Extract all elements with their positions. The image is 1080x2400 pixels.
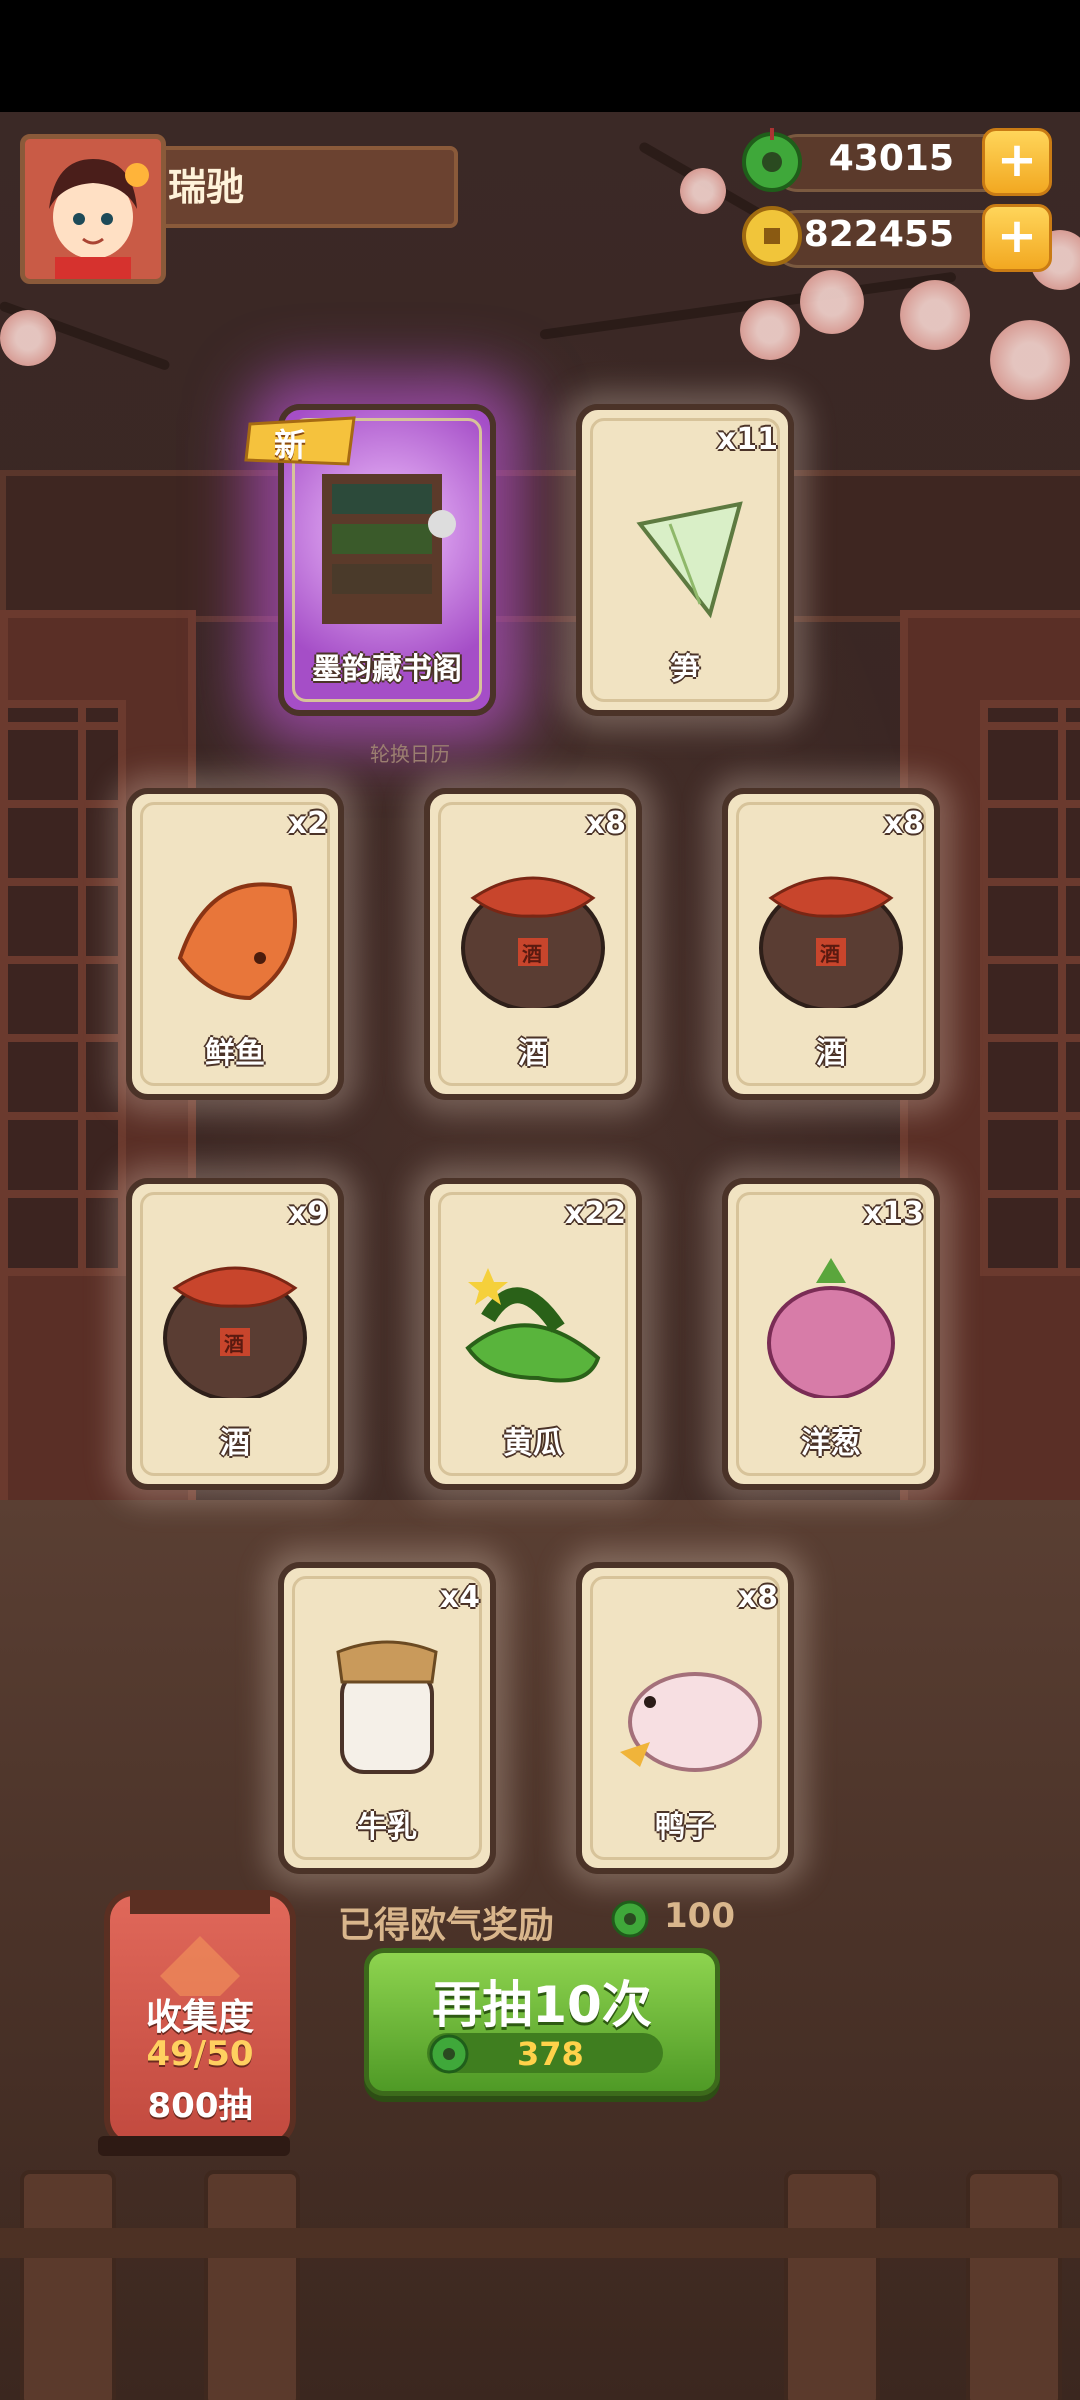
card-label: 墨韵藏书阁 [312,652,462,687]
reward-card[interactable]: x8 鸭子 [576,1562,794,1874]
card-count: x13 [862,1196,924,1231]
reward-card[interactable]: x2 鲜鱼 [126,788,344,1100]
collection-lantern[interactable]: 收集度 49/50 800抽 [104,1890,296,2148]
jade-coin-icon [427,2031,471,2075]
right-window-lattice [980,700,1080,1276]
new-badge-label: 新 [274,426,307,464]
fish-icon [177,882,297,1001]
copper-amount: 822455 [803,214,954,255]
reward-card[interactable]: 酒 x9 酒 [126,1178,344,1490]
collection-draws: 800抽 [147,2086,253,2126]
card-count: x4 [439,1580,480,1615]
card-count: x8 [737,1580,778,1615]
blossom [990,320,1070,400]
fence-post [204,2170,300,2400]
new-badge: 新 [244,414,364,468]
copper-currency: 822455 + [732,204,1052,272]
lantern-top-icon [130,1896,270,1996]
card-count: x8 [585,806,626,841]
blossom [680,168,726,214]
card-count: x11 [716,422,778,457]
collection-progress: 49/50 [146,2034,254,2074]
card-label: 牛乳 [357,1810,417,1845]
card-label: 酒 [816,1036,846,1071]
add-jade-button[interactable]: + [982,128,1052,196]
fence-post [966,2170,1062,2400]
draw-cost: 378 [517,2035,584,2073]
milk-jar-icon [336,1640,438,1774]
rotation-calendar-caption: 轮换日历 [370,742,450,766]
card-label: 酒 [220,1426,250,1461]
draw-again-label: 再抽10次 [432,1976,652,2034]
jade-currency: 43015 + [732,128,1052,196]
card-count: x9 [287,1196,328,1231]
blossom [900,280,970,350]
reward-card[interactable]: 酒 x8 酒 [722,788,940,1100]
jade-coin-icon [610,1898,650,1938]
card-label: 鸭子 [655,1810,715,1845]
fence-post [20,2170,116,2400]
jar-label: 酒 [224,1332,244,1356]
reward-card[interactable]: x22 黄瓜 [424,1178,642,1490]
reward-card[interactable]: x4 牛乳 [278,1562,496,1874]
card-label: 黄瓜 [503,1426,563,1461]
duck-icon [620,1672,762,1772]
reward-card[interactable]: 酒 x8 酒 [424,788,642,1100]
card-label: 洋葱 [801,1426,861,1461]
jar-label: 酒 [522,942,542,966]
card-label: 鲜鱼 [205,1036,265,1071]
collection-title: 收集度 [145,1997,254,2038]
lantern-stand [98,2136,290,2156]
onion-icon [767,1258,895,1398]
blossom [0,310,56,366]
card-label: 笋 [670,652,700,687]
jade-amount: 43015 [828,138,954,179]
reward-card[interactable]: x13 洋葱 [722,1178,940,1490]
card-count: x22 [564,1196,626,1231]
reward-label: 已得欧气奖励 [338,1905,555,1946]
wine-jar-icon [461,876,605,1008]
reward-amount: 100 [664,1896,735,1936]
copper-coin-icon [740,204,804,268]
avatar-portrait-icon [25,139,161,279]
fence-post [784,2170,880,2400]
blossom [740,300,800,360]
wine-jar-icon [163,1266,307,1398]
fence-rail [0,2228,1080,2258]
blossom [800,270,864,334]
card-count: x2 [287,806,328,841]
add-copper-button[interactable]: + [982,204,1052,272]
jar-label: 酒 [820,942,840,966]
status-bar [0,0,1080,112]
player-name: 瑞驰 [168,165,245,209]
wine-jar-icon [759,876,903,1008]
player-avatar[interactable] [20,134,166,284]
card-label: 酒 [518,1036,548,1071]
jade-coin-icon [740,128,804,192]
wall-beam [0,470,1080,622]
bamboo-shoot-icon [636,501,743,619]
game-screen: 瑞驰 43015 + 822455 + 墨韵藏书阁 x11 笋 x2 鲜鱼酒 x8 酒酒 x8… [0,0,1080,2400]
reward-card[interactable]: x11 笋 [576,404,794,716]
cucumber-icon [465,1268,601,1383]
left-window-lattice [0,700,126,1276]
draw-again-button[interactable]: 再抽10次 378 [364,1948,720,2096]
bookshelf-icon [322,474,456,624]
card-count: x8 [883,806,924,841]
